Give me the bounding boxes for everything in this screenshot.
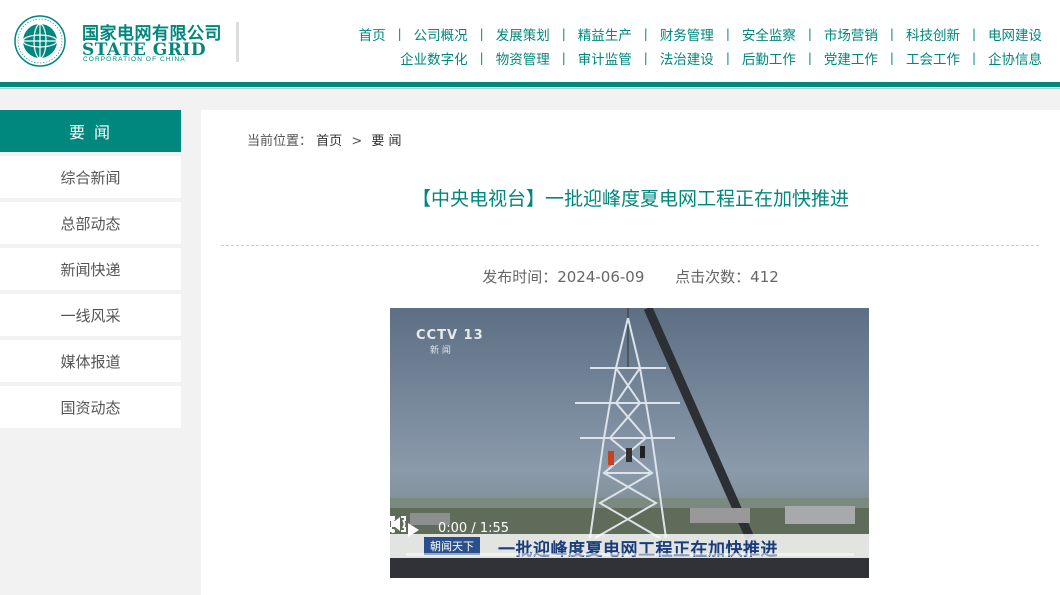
state-grid-logo[interactable]: 国家电网有限公司 STATE GRID CORPORATION OF CHINA — [14, 15, 244, 67]
nav-separator: | — [561, 51, 566, 65]
nav-item-row1-2[interactable]: 发展策划 — [496, 24, 550, 44]
nav-separator: | — [807, 51, 812, 65]
sidebar-item-3[interactable]: 一线风采 — [0, 294, 181, 336]
title-divider — [221, 245, 1039, 246]
article-title: 【中央电视台】一批迎峰度夏电网工程正在加快推进 — [411, 188, 849, 210]
breadcrumb-prefix: 当前位置： — [247, 134, 313, 149]
breadcrumb-separator: > — [351, 134, 363, 149]
header-accent-line — [0, 88, 1060, 89]
news-crawl-bar — [390, 558, 869, 578]
video-player[interactable]: CCTV 13 新 闻 朝闻天下 一批迎峰度夏电网工程正在加快推进 0:00 /… — [390, 308, 869, 578]
logo-subtitle: CORPORATION OF CHINA — [83, 56, 186, 63]
nav-row-1: 首页 | 公司概况 | 发展策划 | 精益生产 | 财务管理 | 安全监察 | 市场营销 | 科技创新 | 电网… — [359, 22, 1042, 46]
nav-item-row1-8[interactable]: 电网建设 — [988, 24, 1042, 44]
sidebar-item-4[interactable]: 媒体报道 — [0, 340, 181, 382]
header-accent-bar — [0, 82, 1060, 87]
nav-separator: | — [889, 51, 894, 65]
sidebar-item-0[interactable]: 综合新闻 — [0, 156, 181, 198]
nav-separator: | — [643, 51, 648, 65]
sidebar-list: 综合新闻 总部动态 新闻快递 一线风采 媒体报道 国资动态 — [0, 156, 181, 428]
nav-item-row2-5[interactable]: 党建工作 — [824, 48, 878, 68]
nav-item-row1-0[interactable]: 首页 — [359, 24, 386, 44]
channel-sub-label: 新 闻 — [430, 346, 451, 356]
nav-item-row2-6[interactable]: 工会工作 — [906, 48, 960, 68]
nav-item-row2-0[interactable]: 企业数字化 — [400, 48, 468, 68]
nav-separator: | — [725, 51, 730, 65]
article-panel: 当前位置： 首页 > 要 闻 【中央电视台】一批迎峰度夏电网工程正在加快推进 发… — [201, 110, 1060, 595]
nav-item-row1-6[interactable]: 市场营销 — [824, 24, 878, 44]
breadcrumb-home-link[interactable]: 首页 — [316, 134, 342, 149]
nav-separator: | — [643, 27, 648, 41]
publish-date: 发布时间：2024-06-09 — [482, 268, 645, 286]
nav-item-row2-7[interactable]: 企协信息 — [988, 48, 1042, 68]
video-time: 0:00 / 1:55 — [438, 521, 510, 536]
nav-separator: | — [807, 27, 812, 41]
nav-item-row2-4[interactable]: 后勤工作 — [742, 48, 796, 68]
sidebar-item-1[interactable]: 总部动态 — [0, 202, 181, 244]
video-controls: 0:00 / 1:55 — [390, 516, 869, 544]
channel-logo: CCTV 13 — [416, 328, 484, 343]
nav-separator: | — [971, 27, 976, 41]
sidebar-item-2[interactable]: 新闻快递 — [0, 248, 181, 290]
nav-separator: | — [971, 51, 976, 65]
click-count: 点击次数：412 — [675, 268, 779, 286]
nav-item-row1-3[interactable]: 精益生产 — [578, 24, 632, 44]
more-options-icon[interactable] — [390, 516, 396, 534]
video-progress-bar[interactable] — [406, 553, 854, 556]
nav-separator: | — [479, 27, 484, 41]
breadcrumb: 当前位置： 首页 > 要 闻 — [247, 130, 402, 149]
nav-row-2: 企业数字化 | 物资管理 | 审计监管 | 法治建设 | 后勤工作 | 党建工作 | 工会工作 | 企协信息 — [359, 46, 1042, 70]
nav-item-row1-4[interactable]: 财务管理 — [660, 24, 714, 44]
nav-item-row1-5[interactable]: 安全监察 — [742, 24, 796, 44]
nav-item-row2-1[interactable]: 物资管理 — [496, 48, 550, 68]
nav-separator: | — [397, 27, 402, 41]
sidebar-title[interactable]: 要 闻 — [0, 110, 181, 152]
nav-separator: | — [725, 27, 730, 41]
sidebar-item-5[interactable]: 国资动态 — [0, 386, 181, 428]
logo-divider — [236, 22, 239, 62]
nav-separator: | — [561, 27, 566, 41]
nav-item-row2-2[interactable]: 审计监管 — [578, 48, 632, 68]
nav-item-row1-1[interactable]: 公司概况 — [414, 24, 468, 44]
nav-separator: | — [889, 27, 894, 41]
nav-item-row2-3[interactable]: 法治建设 — [660, 48, 714, 68]
article-meta: 发布时间：2024-06-09 点击次数：412 — [201, 266, 1060, 287]
nav-separator: | — [479, 51, 484, 65]
breadcrumb-current-link[interactable]: 要 闻 — [371, 134, 401, 149]
nav-item-row1-7[interactable]: 科技创新 — [906, 24, 960, 44]
main-nav: 首页 | 公司概况 | 发展策划 | 精益生产 | 财务管理 | 安全监察 | 市场营销 | 科技创新 | 电网… — [359, 22, 1042, 70]
sidebar: 要 闻 综合新闻 总部动态 新闻快递 一线风采 媒体报道 国资动态 — [0, 110, 181, 428]
site-header: 国家电网有限公司 STATE GRID CORPORATION OF CHINA… — [0, 0, 1060, 82]
globe-logo-icon — [14, 15, 66, 67]
